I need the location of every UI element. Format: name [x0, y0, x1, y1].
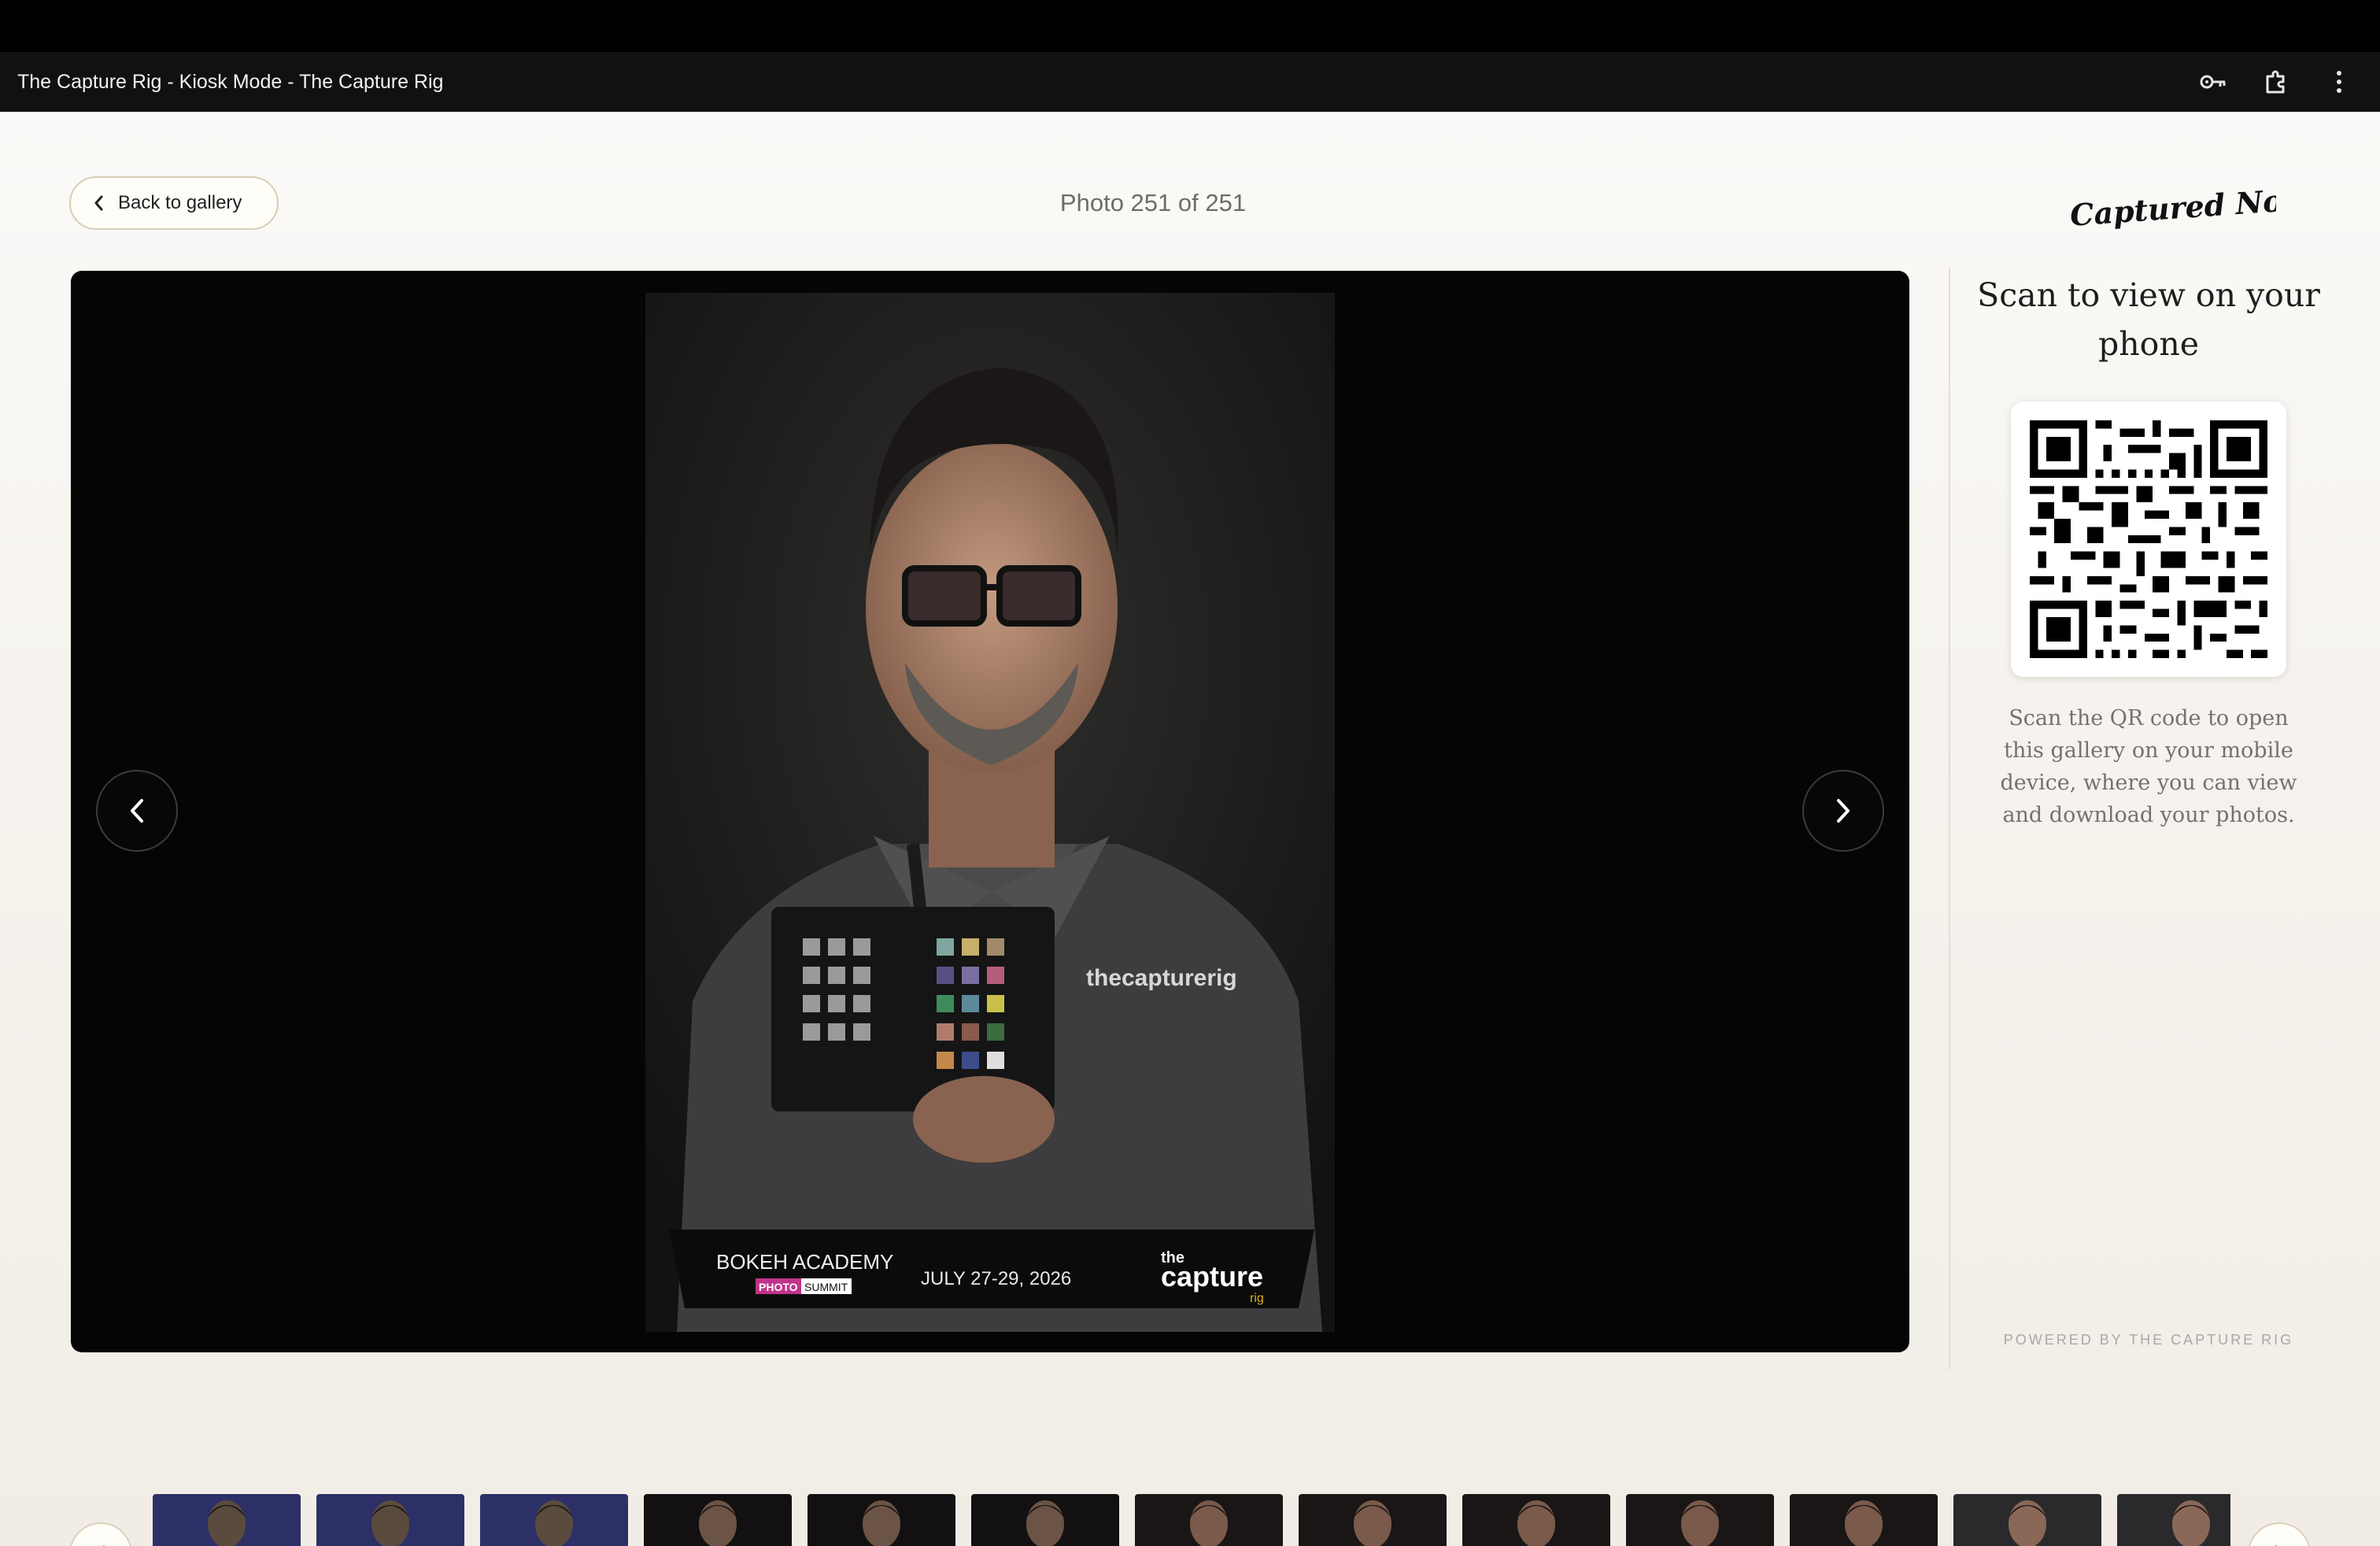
filmstrip-thumbnail[interactable] — [808, 1494, 955, 1546]
qr-heading: Scan to view on your phone — [1977, 276, 2320, 363]
filmstrip-thumbnail[interactable] — [1299, 1494, 1447, 1546]
qr-code-card — [2011, 401, 2286, 677]
key-icon[interactable] — [2199, 68, 2227, 96]
kiosk-page: Back to gallery Photo 251 of 251 Capture… — [0, 112, 2380, 1546]
svg-text:PHOTO: PHOTO — [759, 1281, 798, 1293]
qr-sidebar: Scan to view on your phone Scan the QR c… — [1950, 271, 2347, 831]
svg-text:BOKEH ACADEMY: BOKEH ACADEMY — [716, 1250, 893, 1274]
window-title: The Capture Rig - Kiosk Mode - The Captu… — [17, 70, 444, 93]
filmstrip-thumbnail[interactable] — [1953, 1494, 2101, 1546]
qr-code — [2030, 420, 2267, 658]
back-to-gallery-label: Back to gallery — [118, 192, 242, 213]
main-photo: thecapturerig BOKEH ACADEMY PHOTO SUMMIT… — [645, 293, 1335, 1332]
qr-description: Scan the QR code to open this gallery on… — [2000, 706, 2297, 827]
svg-text:capture: capture — [1161, 1260, 1263, 1293]
more-vertical-icon[interactable] — [2325, 68, 2353, 96]
filmstrip-thumbnail[interactable] — [2117, 1494, 2230, 1546]
extension-puzzle-icon[interactable] — [2262, 68, 2290, 96]
filmstrip-thumbnail[interactable] — [1790, 1494, 1938, 1546]
filmstrip-thumbnail[interactable] — [153, 1494, 301, 1546]
back-to-gallery-button[interactable]: Back to gallery — [69, 176, 279, 230]
filmstrip — [153, 1494, 2230, 1546]
brand-logo: Captured Now — [2069, 181, 2276, 233]
filmstrip-next-button[interactable] — [2248, 1522, 2311, 1546]
svg-text:thecapturerig: thecapturerig — [1086, 965, 1237, 991]
photo-viewer: thecapturerig BOKEH ACADEMY PHOTO SUMMIT… — [71, 271, 1909, 1352]
screen-top-bar — [0, 0, 2380, 52]
filmstrip-thumbnail[interactable] — [971, 1494, 1119, 1546]
filmstrip-thumbnail[interactable] — [1462, 1494, 1610, 1546]
photo-counter: Photo 251 of 251 — [1059, 189, 1247, 216]
filmstrip-thumbnail[interactable] — [316, 1494, 464, 1546]
next-photo-button[interactable] — [1802, 770, 1884, 852]
chevron-left-icon — [131, 799, 143, 823]
filmstrip-thumbnail[interactable] — [1135, 1494, 1283, 1546]
filmstrip-thumbnail[interactable] — [1626, 1494, 1774, 1546]
svg-text:JULY 27-29, 2026: JULY 27-29, 2026 — [921, 1268, 1071, 1289]
powered-by-label: POWERED BY THE CAPTURE RIG — [2003, 1332, 2294, 1348]
previous-photo-button[interactable] — [96, 770, 178, 852]
filmstrip-prev-button[interactable] — [69, 1522, 132, 1546]
svg-text:SUMMIT: SUMMIT — [804, 1281, 848, 1293]
chevron-left-icon — [94, 195, 103, 211]
filmstrip-thumbnail[interactable] — [480, 1494, 628, 1546]
filmstrip-thumbnail[interactable] — [644, 1494, 792, 1546]
window-titlebar: The Capture Rig - Kiosk Mode - The Captu… — [0, 52, 2380, 112]
svg-text:rig: rig — [1250, 1292, 1264, 1305]
chevron-right-icon — [1837, 799, 1850, 823]
titlebar-actions — [2199, 68, 2363, 96]
svg-text:Captured Now: Captured Now — [2069, 181, 2276, 233]
